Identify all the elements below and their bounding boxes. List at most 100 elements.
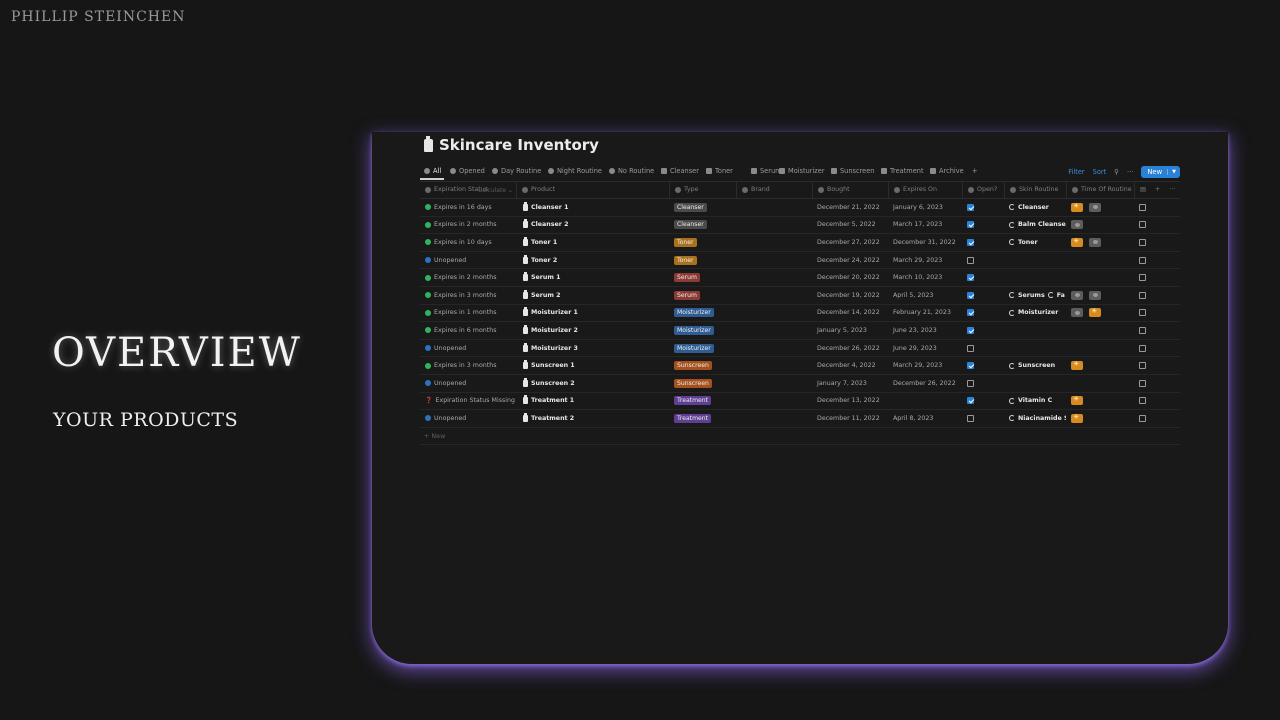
table-row[interactable]: Unopened Toner 2 Toner December 24, 2022 Mar… <box>420 252 1180 270</box>
product-name[interactable]: Moisturizer 1 <box>531 309 578 316</box>
product-name[interactable]: Cleanser 2 <box>531 221 568 228</box>
open-checkbox[interactable] <box>967 274 974 282</box>
expires-on-cell[interactable]: March 17, 2023 <box>888 217 962 234</box>
column-header-bought[interactable]: Bought <box>812 182 888 198</box>
tab-moisturizer[interactable]: Moisturizer <box>779 167 825 175</box>
column-header-skin-routine[interactable]: Skin Routine <box>1004 182 1066 198</box>
column-header-type[interactable]: Type <box>669 182 736 198</box>
table-row[interactable]: ❓ Expiration Status Missing Treatment 1 Tre… <box>420 393 1180 411</box>
open-checkbox[interactable] <box>967 326 974 334</box>
skin-routine-cell[interactable]: Toner <box>1004 234 1066 251</box>
brand-cell[interactable] <box>736 252 812 269</box>
time-of-routine-cell[interactable] <box>1066 217 1134 234</box>
archive-checkbox[interactable] <box>1139 344 1146 352</box>
archive-checkbox[interactable] <box>1139 291 1146 299</box>
product-name[interactable]: Treatment 1 <box>531 397 574 404</box>
brand-cell[interactable] <box>736 305 812 322</box>
column-header-open[interactable]: Open? <box>962 182 1004 198</box>
sort-button[interactable]: Sort <box>1093 168 1107 176</box>
table-row[interactable]: Expires in 6 months Moisturizer 2 Moisturi… <box>420 322 1180 340</box>
product-name[interactable]: Sunscreen 2 <box>531 380 575 387</box>
archive-checkbox[interactable] <box>1139 414 1146 422</box>
type-cell[interactable]: Serum <box>669 287 736 304</box>
type-cell[interactable]: Treatment <box>669 393 736 410</box>
product-cell[interactable]: Serum 1 <box>516 269 669 286</box>
product-cell[interactable]: Treatment 2 <box>516 410 669 427</box>
table-row[interactable]: Unopened Sunscreen 2 Sunscreen January 7, 2… <box>420 375 1180 393</box>
time-of-routine-cell[interactable] <box>1066 234 1134 251</box>
skin-routine-cell[interactable] <box>1004 269 1066 286</box>
bought-cell[interactable]: December 27, 2022 <box>812 234 888 251</box>
skin-routine-cell[interactable] <box>1004 375 1066 392</box>
filter-button[interactable]: Filter <box>1068 168 1084 176</box>
expires-on-cell[interactable]: March 29, 2023 <box>888 357 962 374</box>
open-checkbox[interactable] <box>967 362 974 370</box>
open-checkbox[interactable] <box>967 379 974 387</box>
skin-routine-cell[interactable] <box>1004 252 1066 269</box>
product-cell[interactable]: Serum 2 <box>516 287 669 304</box>
tab-night-routine[interactable]: Night Routine <box>548 167 602 175</box>
skin-routine-cell[interactable] <box>1004 322 1066 339</box>
tab-no-routine[interactable]: No Routine <box>609 167 654 175</box>
time-of-routine-cell[interactable] <box>1066 287 1134 304</box>
time-of-routine-cell[interactable] <box>1066 375 1134 392</box>
brand-cell[interactable] <box>736 393 812 410</box>
table-row[interactable]: Expires in 2 months Cleanser 2 Cleanser Dec… <box>420 217 1180 235</box>
more-icon[interactable]: ··· <box>1169 182 1175 198</box>
routine-link[interactable]: Cleanser <box>1009 204 1049 211</box>
archive-checkbox[interactable] <box>1139 221 1146 229</box>
calculate-button[interactable]: Calculate ⌄ <box>478 187 513 194</box>
brand-cell[interactable] <box>736 234 812 251</box>
skin-routine-cell[interactable]: Moisturizer <box>1004 305 1066 322</box>
archive-checkbox[interactable] <box>1139 238 1146 246</box>
type-cell[interactable]: Sunscreen <box>669 357 736 374</box>
bought-cell[interactable]: December 13, 2022 <box>812 393 888 410</box>
brand-cell[interactable] <box>736 340 812 357</box>
product-cell[interactable]: Moisturizer 1 <box>516 305 669 322</box>
archive-checkbox[interactable] <box>1139 203 1146 211</box>
type-cell[interactable]: Moisturizer <box>669 305 736 322</box>
bought-cell[interactable]: December 21, 2022 <box>812 199 888 216</box>
archive-checkbox[interactable] <box>1139 309 1146 317</box>
skin-routine-cell[interactable]: Niacinamide Se <box>1004 410 1066 427</box>
table-row[interactable]: Unopened Treatment 2 Treatment December 11,… <box>420 410 1180 428</box>
routine-link[interactable]: Vitamin C <box>1009 397 1052 404</box>
type-cell[interactable]: Toner <box>669 234 736 251</box>
type-cell[interactable]: Cleanser <box>669 199 736 216</box>
type-cell[interactable]: Cleanser <box>669 217 736 234</box>
routine-link[interactable]: Niacinamide Se <box>1009 415 1066 422</box>
open-checkbox[interactable] <box>967 221 974 229</box>
more-icon[interactable]: ··· <box>1127 168 1133 176</box>
tab-all[interactable]: All <box>424 167 441 175</box>
open-checkbox[interactable] <box>967 309 974 317</box>
time-of-routine-cell[interactable] <box>1066 322 1134 339</box>
time-of-routine-cell[interactable] <box>1066 357 1134 374</box>
column-header-time-of-routine[interactable]: Time Of Routine <box>1066 182 1134 198</box>
bought-cell[interactable]: December 5, 2022 <box>812 217 888 234</box>
time-of-routine-cell[interactable] <box>1066 305 1134 322</box>
routine-link[interactable]: Balm Cleanser <box>1009 221 1066 228</box>
expires-on-cell[interactable] <box>888 393 962 410</box>
product-cell[interactable]: Moisturizer 3 <box>516 340 669 357</box>
open-checkbox[interactable] <box>967 256 974 264</box>
product-name[interactable]: Moisturizer 2 <box>531 327 578 334</box>
expires-on-cell[interactable]: April 5, 2023 <box>888 287 962 304</box>
time-of-routine-cell[interactable] <box>1066 340 1134 357</box>
add-view-icon[interactable]: + <box>972 167 978 175</box>
skin-routine-cell[interactable]: Serums Fa <box>1004 287 1066 304</box>
brand-cell[interactable] <box>736 287 812 304</box>
archive-checkbox[interactable] <box>1139 362 1146 370</box>
tab-archive[interactable]: Archive <box>930 167 964 175</box>
routine-link[interactable]: Fa <box>1047 292 1065 299</box>
brand-cell[interactable] <box>736 322 812 339</box>
tab-day-routine[interactable]: Day Routine <box>492 167 541 175</box>
tab-sunscreen[interactable]: Sunscreen <box>831 167 874 175</box>
product-name[interactable]: Toner 1 <box>531 239 557 246</box>
bought-cell[interactable]: December 19, 2022 <box>812 287 888 304</box>
add-column-icon[interactable]: + <box>1155 182 1160 198</box>
open-checkbox[interactable] <box>967 397 974 405</box>
product-cell[interactable]: Toner 2 <box>516 252 669 269</box>
expires-on-cell[interactable]: January 6, 2023 <box>888 199 962 216</box>
brand-cell[interactable] <box>736 410 812 427</box>
archive-checkbox[interactable] <box>1139 274 1146 282</box>
